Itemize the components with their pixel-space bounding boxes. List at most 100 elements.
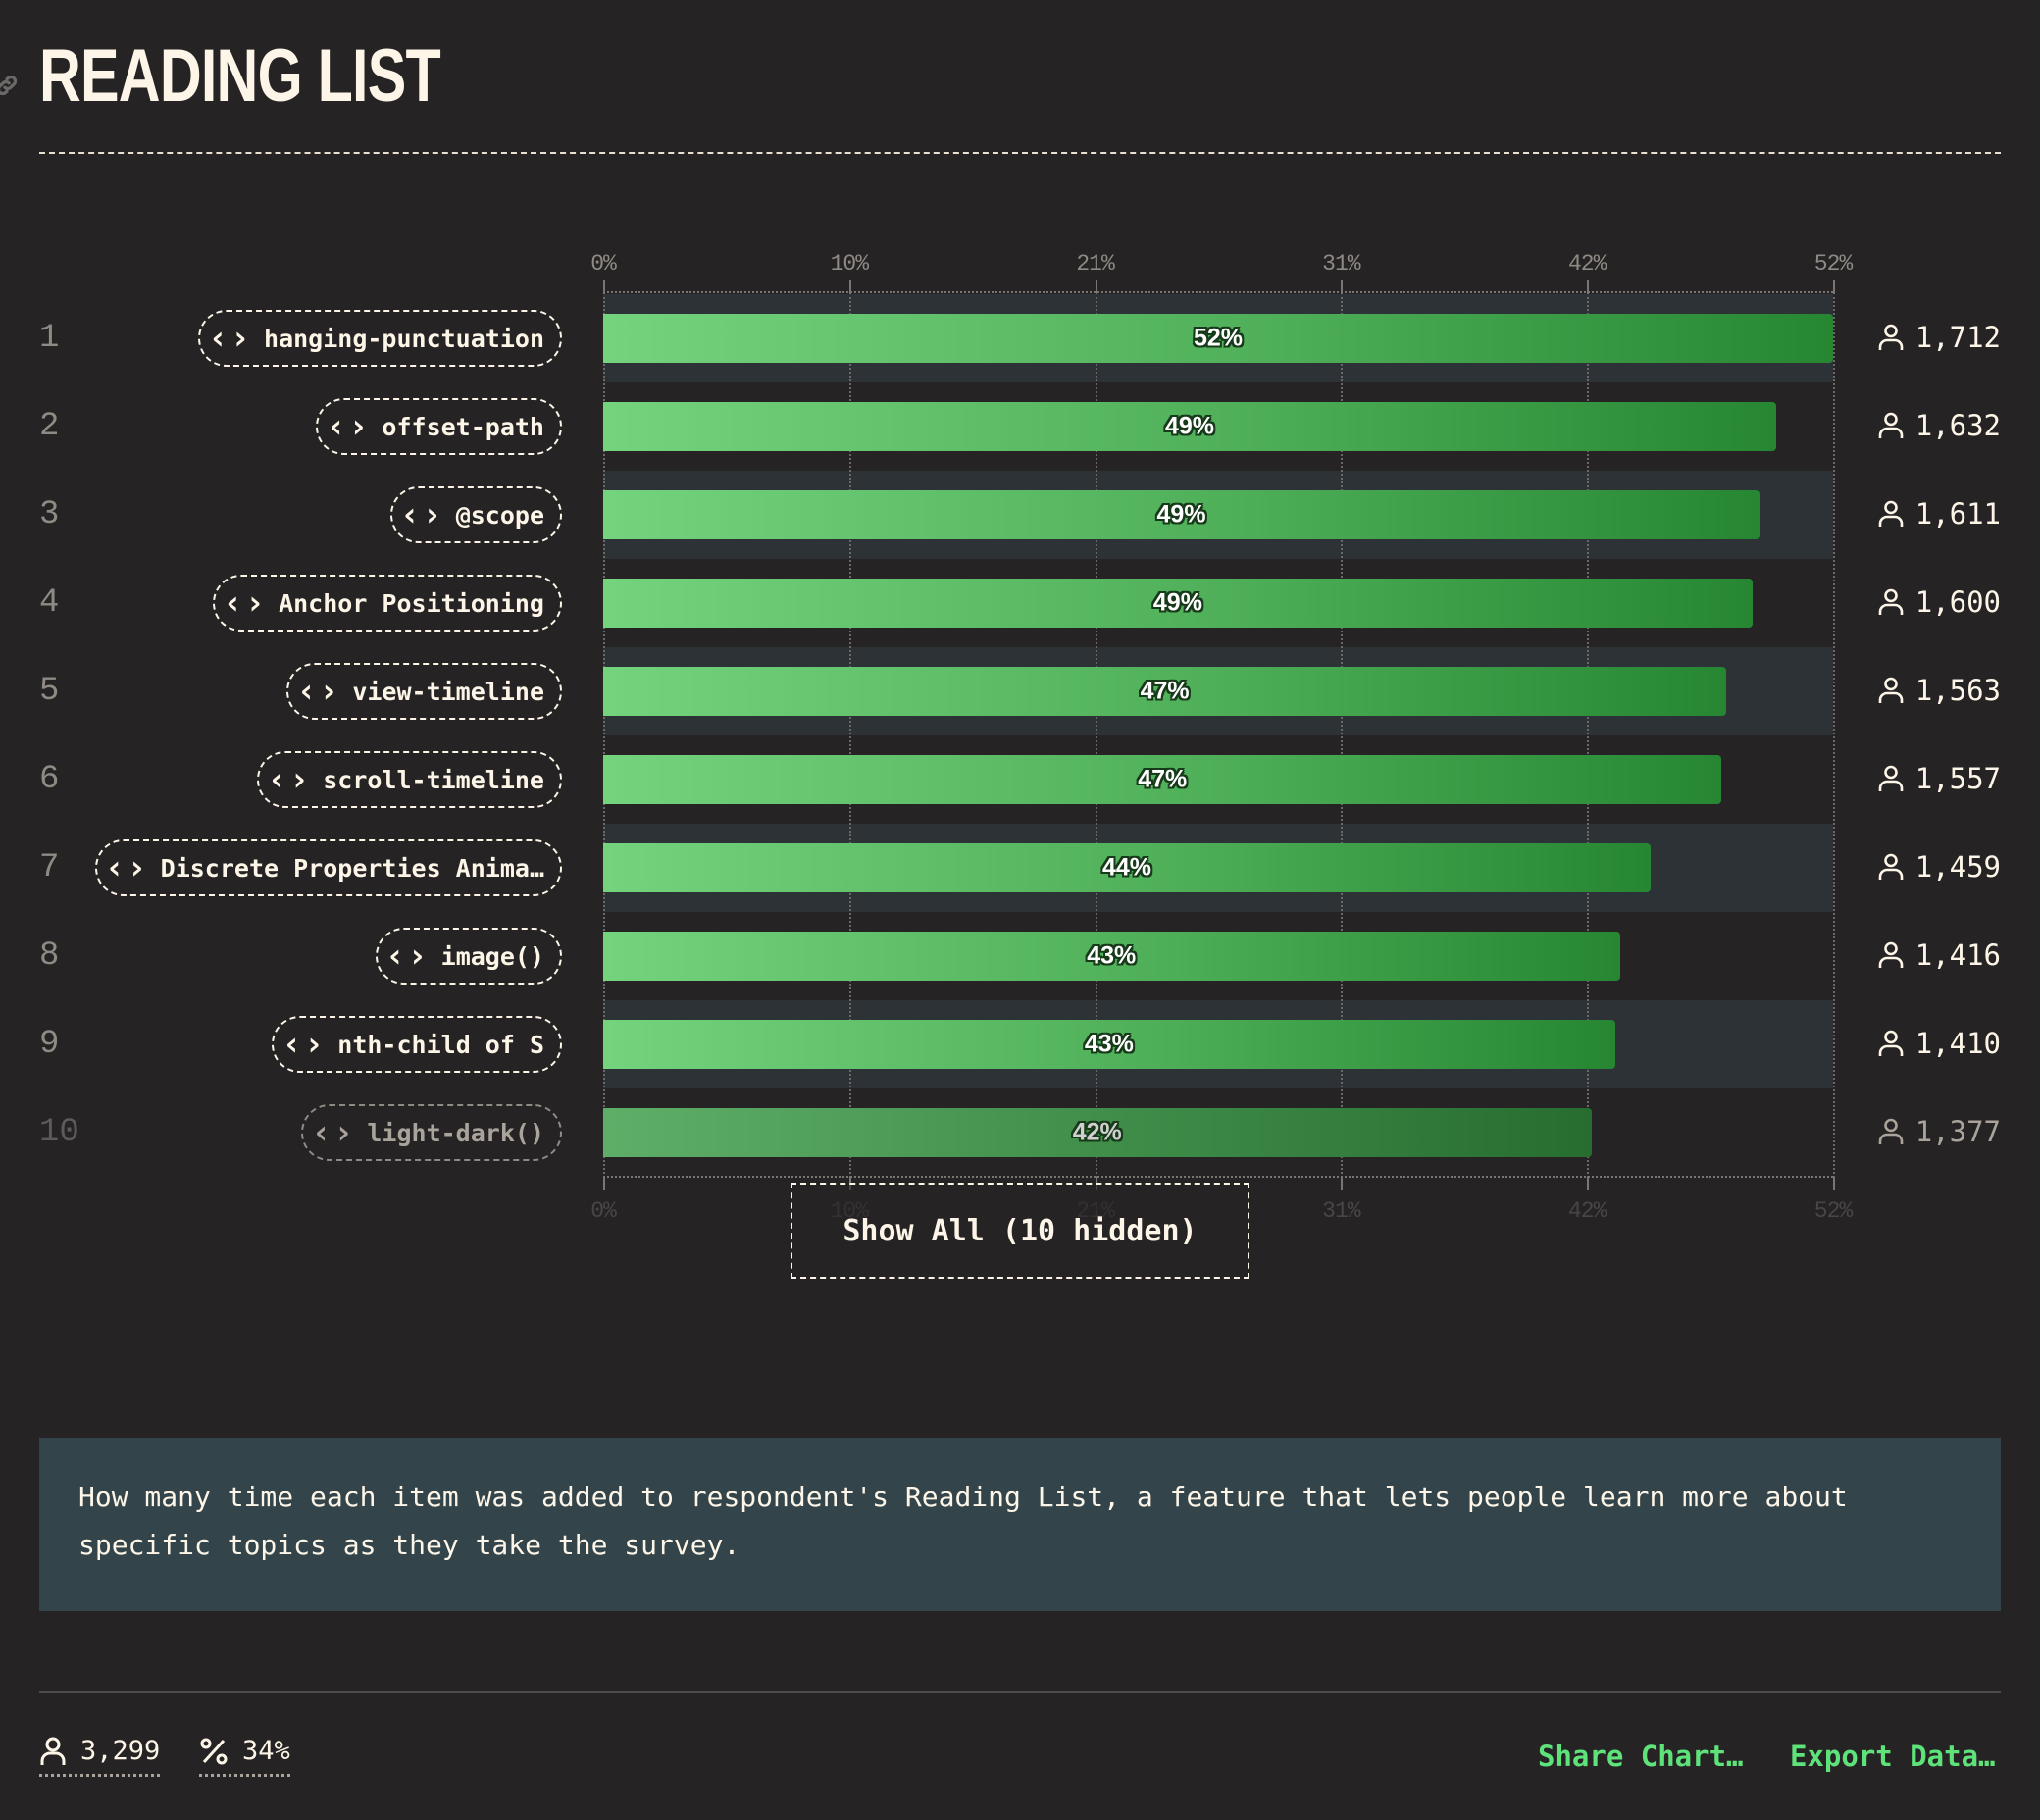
bar-value-label: 49%	[1152, 588, 1202, 617]
percentage-stat[interactable]: 34%	[199, 1736, 290, 1777]
row-rank: 5	[39, 673, 60, 710]
feature-label-pill[interactable]: ‹› view-timeline	[286, 663, 562, 720]
row-rank: 10	[39, 1114, 79, 1151]
respondent-count: 1,459	[1878, 850, 2001, 884]
count-value: 1,563	[1914, 674, 2001, 707]
feature-label: offset-path	[382, 412, 544, 441]
code-icon: ‹›	[223, 583, 268, 623]
respondent-count: 1,416	[1878, 938, 2001, 972]
user-icon	[1878, 853, 1903, 880]
feature-label: image()	[440, 941, 544, 971]
bar-value-label: 49%	[1164, 412, 1215, 440]
row-rank: 7	[39, 849, 60, 886]
axis-tick	[1833, 1177, 1835, 1190]
code-icon: ‹›	[326, 407, 371, 446]
feature-label-pill[interactable]: ‹› nth-child of S	[272, 1016, 562, 1073]
feature-label-pill[interactable]: ‹› image()	[375, 928, 562, 985]
show-all-button[interactable]: Show All (10 hidden)	[790, 1183, 1250, 1279]
bar-value-label: 42%	[1072, 1118, 1122, 1146]
feature-label-pill[interactable]: ‹› light-dark()	[301, 1104, 562, 1161]
respondent-count: 1,632	[1878, 409, 2001, 442]
feature-label: Anchor Positioning	[279, 588, 544, 618]
bar-value-label: 49%	[1156, 500, 1206, 529]
percentage-value: 34%	[242, 1736, 290, 1766]
feature-label: view-timeline	[352, 677, 544, 706]
respondent-count: 1,563	[1878, 674, 2001, 707]
count-value: 1,377	[1914, 1115, 2001, 1148]
share-chart-link[interactable]: Share Chart…	[1538, 1740, 1744, 1773]
percent-icon	[200, 1738, 228, 1764]
row-rank: 1	[39, 320, 60, 357]
respondent-count: 1,600	[1878, 585, 2001, 619]
x-tick-label-top: 31%	[1322, 251, 1360, 277]
count-value: 1,611	[1914, 497, 2001, 531]
feature-label: @scope	[455, 500, 544, 530]
axis-tick	[1341, 1177, 1344, 1190]
count-value: 1,416	[1914, 938, 2001, 972]
respondents-count: 3,299	[80, 1736, 161, 1766]
count-value: 1,410	[1914, 1027, 2001, 1060]
user-icon	[1878, 588, 1903, 615]
bar-value-label: 43%	[1087, 941, 1137, 970]
feature-label: nth-child of S	[337, 1030, 544, 1059]
x-axis-top	[603, 291, 1833, 293]
user-icon	[1878, 412, 1903, 438]
respondent-count: 1,410	[1878, 1027, 2001, 1060]
user-icon	[1878, 677, 1903, 703]
export-data-link[interactable]: Export Data…	[1790, 1740, 1996, 1773]
feature-label-pill[interactable]: ‹› offset-path	[316, 398, 562, 455]
respondent-count: 1,611	[1878, 497, 2001, 531]
feature-label-pill[interactable]: ‹› Anchor Positioning	[213, 575, 562, 632]
code-icon: ‹›	[311, 1113, 356, 1152]
axis-tick	[603, 1177, 605, 1190]
count-value: 1,712	[1914, 321, 2001, 354]
row-rank: 9	[39, 1026, 60, 1063]
code-icon: ‹›	[399, 495, 444, 534]
feature-label-pill[interactable]: ‹› @scope	[389, 486, 562, 543]
bar-value-label: 47%	[1140, 677, 1190, 705]
respondent-count: 1,712	[1878, 321, 2001, 354]
row-rank: 4	[39, 584, 60, 622]
bar-value-label: 52%	[1193, 324, 1244, 352]
user-icon	[1878, 324, 1903, 350]
feature-label-pill[interactable]: ‹› scroll-timeline	[257, 751, 562, 808]
user-icon	[1878, 1030, 1903, 1056]
row-rank: 6	[39, 761, 60, 798]
respondents-stat[interactable]: 3,299	[39, 1736, 161, 1777]
row-rank: 3	[39, 496, 60, 533]
x-tick-label-bottom: 42%	[1567, 1198, 1606, 1224]
count-value: 1,632	[1914, 409, 2001, 442]
code-icon: ‹›	[281, 1025, 327, 1064]
user-icon	[1878, 500, 1903, 527]
x-tick-label-bottom: 0%	[590, 1198, 617, 1224]
chart-description: How many time each item was added to res…	[39, 1438, 2001, 1611]
count-value: 1,459	[1914, 850, 2001, 884]
feature-label-pill[interactable]: ‹› hanging-punctuation	[198, 310, 562, 367]
code-icon: ‹›	[296, 672, 341, 711]
user-icon	[1878, 765, 1903, 791]
row-rank: 2	[39, 408, 60, 445]
bar-value-label: 47%	[1138, 765, 1188, 793]
x-tick-label-top: 42%	[1567, 251, 1606, 277]
user-icon	[1878, 941, 1903, 968]
feature-label: hanging-punctuation	[264, 324, 544, 353]
count-value: 1,557	[1914, 762, 2001, 795]
bar-chart: 0%0%10%10%21%21%31%31%42%42%52%52%1‹›han…	[0, 0, 2040, 1294]
feature-label-pill[interactable]: ‹› Discrete Properties Anima…	[94, 839, 562, 896]
count-value: 1,600	[1914, 585, 2001, 619]
axis-tick	[1587, 1177, 1590, 1190]
bar-value-label: 43%	[1084, 1030, 1134, 1058]
x-tick-label-bottom: 52%	[1813, 1198, 1853, 1224]
x-tick-label-top: 52%	[1813, 251, 1853, 277]
feature-label: Discrete Properties Anima…	[160, 853, 544, 883]
bar-value-label: 44%	[1101, 853, 1151, 882]
feature-label: light-dark()	[367, 1118, 544, 1147]
gridline	[1833, 292, 1835, 1178]
code-icon: ‹›	[267, 760, 312, 799]
user-icon	[40, 1737, 66, 1765]
row-rank: 8	[39, 937, 60, 975]
x-axis-bottom	[603, 1176, 1833, 1178]
code-icon: ‹›	[208, 319, 253, 358]
code-icon: ‹›	[384, 936, 430, 976]
x-tick-label-bottom: 31%	[1322, 1198, 1360, 1224]
